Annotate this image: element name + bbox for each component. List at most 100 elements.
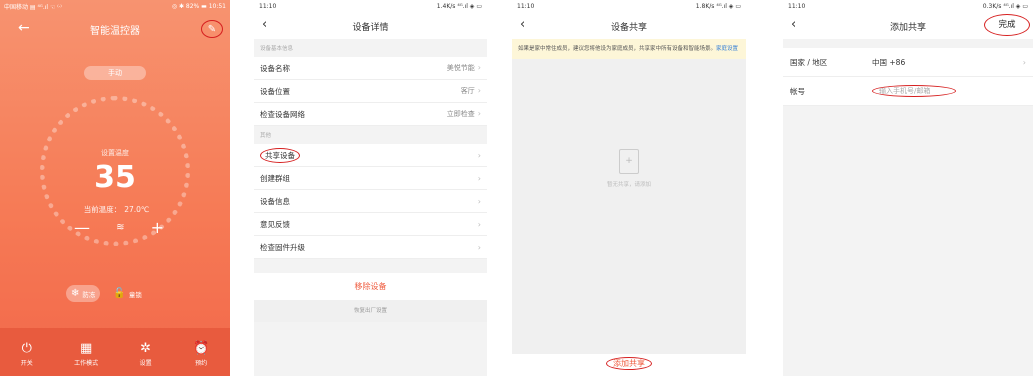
- done-button[interactable]: 完成: [984, 14, 1030, 36]
- page-title: 设备详情: [352, 23, 389, 33]
- row-label: 检查设备网络: [260, 109, 305, 119]
- set-temperature-value: 35: [94, 160, 136, 195]
- nav-item-work-mode[interactable]: ▦ 工作模式: [74, 341, 98, 367]
- gear-icon: ✲: [140, 341, 152, 356]
- grid-icon: ▦: [80, 341, 93, 356]
- chevron-right-icon: ›: [477, 173, 481, 183]
- row-value: 立即检查: [446, 110, 475, 118]
- region-row[interactable]: 国家 / 地区 中国 +86 ›: [783, 48, 1033, 77]
- account-input[interactable]: [872, 85, 956, 97]
- empty-text: 暂无共享，请添加: [606, 182, 651, 188]
- fan-icon[interactable]: ≋: [116, 222, 124, 233]
- row-firmware-upgrade[interactable]: 检查固件升级 ›: [254, 236, 487, 259]
- row-feedback[interactable]: 意见反馈 ›: [254, 213, 487, 236]
- chevron-right-icon: ›: [1022, 57, 1026, 67]
- row-label: 设备信息: [260, 196, 290, 206]
- row-label: 设备位置: [260, 86, 290, 96]
- chevron-right-icon: ›: [477, 219, 481, 229]
- add-share-label: 添加共享: [606, 357, 652, 370]
- chevron-right-icon: ›: [477, 86, 481, 95]
- function-row: ❄ 防冻 🔓 童锁: [66, 285, 147, 302]
- family-settings-link[interactable]: 家庭设置: [716, 46, 738, 52]
- row-label: 设备名称: [260, 63, 290, 73]
- empty-state: + 暂无共享，请添加: [512, 148, 746, 188]
- app-bar: ← 智能温控器 ✎: [0, 16, 230, 42]
- page-title: 智能温控器: [90, 26, 140, 37]
- current-temperature-label: 当前温度：: [83, 205, 122, 214]
- child-lock-toggle[interactable]: 🔓 童锁: [108, 285, 146, 302]
- status-right: ◎ ✱ 82% ▬ 10:51: [171, 3, 226, 10]
- current-temperature-value: 27.0℃: [124, 205, 150, 214]
- account-label: 帐号: [790, 86, 805, 96]
- remove-device-button[interactable]: 移除设备: [254, 273, 487, 300]
- row-value: 美悦节能: [446, 64, 475, 72]
- child-lock-label: 童锁: [128, 290, 142, 299]
- nav-item-schedule[interactable]: ⏰ 预约: [193, 341, 209, 367]
- chevron-right-icon: ›: [477, 63, 481, 72]
- notice-text: 如果是家中常住成员，建议您将他设为家庭成员，共享家中所有设备和智能场景。: [518, 46, 717, 52]
- nav-label: 工作模式: [74, 360, 99, 367]
- page-title: 设备共享: [610, 23, 647, 33]
- row-share-device[interactable]: 共享设备 ›: [254, 144, 487, 167]
- bottom-nav: ⏻ 开关 ▦ 工作模式 ✲ 设置 ⏰ 预约: [0, 328, 230, 376]
- chevron-right-icon: ›: [477, 242, 481, 252]
- section-label: 其他: [260, 133, 272, 139]
- increase-button[interactable]: +: [151, 218, 164, 237]
- antifreeze-label: 防冻: [82, 290, 96, 299]
- add-share-screen: 11:10 0.3K/s ⁴ᴳ.ıl ◈ ▭ ‹ 添加共享 完成 国家 / 地区…: [783, 0, 1033, 376]
- status-right: 1.8K/s ⁴ᴳ.ıl ◈ ▭: [695, 3, 741, 10]
- row-check-network[interactable]: 检查设备网络 立即检查 ›: [254, 103, 487, 126]
- status-bar: 中国移动 ▤ ⁴ᴳ.ıl ☜ ⁽ᐧ⁾ ◎ ✱ 82% ▬ 10:51: [0, 0, 230, 13]
- row-label: 检查固件升级: [260, 242, 305, 252]
- status-time: 11:10: [788, 3, 806, 10]
- chevron-right-icon: ›: [477, 109, 481, 118]
- edit-button[interactable]: ✎: [201, 20, 223, 38]
- temperature-controls: — ≋ +: [74, 218, 164, 237]
- thermostat-screen: 中国移动 ▤ ⁴ᴳ.ıl ☜ ⁽ᐧ⁾ ◎ ✱ 82% ▬ 10:51 ← 智能温…: [0, 0, 230, 376]
- nav-label: 预约: [195, 360, 208, 367]
- snowflake-icon: ❄: [71, 288, 80, 299]
- status-bar: 11:10 1.4K/s ⁴ᴳ.ıl ◈ ▭: [254, 0, 487, 13]
- row-device-info[interactable]: 设备信息 ›: [254, 190, 487, 213]
- app-bar: ‹ 设备共享: [512, 13, 746, 39]
- mode-badge[interactable]: 手动: [84, 66, 146, 80]
- decrease-button[interactable]: —: [74, 218, 90, 237]
- chevron-right-icon: ›: [477, 150, 481, 160]
- nav-label: 设置: [139, 360, 152, 367]
- antifreeze-toggle[interactable]: ❄ 防冻: [66, 285, 101, 302]
- nav-item-power[interactable]: ⏻ 开关: [21, 341, 33, 367]
- pencil-icon: ✎: [207, 23, 217, 35]
- status-bar: 11:10 1.8K/s ⁴ᴳ.ıl ◈ ▭: [512, 0, 746, 13]
- row-value: 客厅: [460, 87, 475, 95]
- status-time: 11:10: [259, 3, 277, 10]
- row-label: 共享设备: [260, 147, 300, 163]
- empty-document-icon: +: [619, 149, 639, 174]
- app-bar: ‹ 设备详情: [254, 13, 487, 39]
- add-share-button[interactable]: 添加共享: [512, 354, 746, 376]
- chevron-right-icon: ›: [477, 196, 481, 206]
- region-value: 中国 +86: [872, 57, 906, 67]
- current-temperature: 当前温度： 27.0℃: [0, 204, 230, 215]
- device-details-screen: 11:10 1.4K/s ⁴ᴳ.ıl ◈ ▭ ‹ 设备详情 设备基本信息 设备名…: [254, 0, 487, 376]
- row-device-location[interactable]: 设备位置 客厅 ›: [254, 80, 487, 103]
- row-device-name[interactable]: 设备名称 美悦节能 ›: [254, 57, 487, 80]
- row-label: 意见反馈: [260, 219, 290, 229]
- row-create-group[interactable]: 创建群组 ›: [254, 167, 487, 190]
- status-left: 中国移动 ▤ ⁴ᴳ.ıl ☜ ⁽ᐧ⁾: [4, 4, 62, 11]
- lock-icon: 🔓: [113, 288, 126, 299]
- nav-item-settings[interactable]: ✲ 设置: [140, 341, 152, 367]
- status-right: 0.3K/s ⁴ᴳ.ıl ◈ ▭: [982, 3, 1028, 10]
- status-right: 1.4K/s ⁴ᴳ.ıl ◈ ▭: [436, 3, 482, 10]
- factory-reset-button[interactable]: 恢复出厂设置: [254, 300, 487, 322]
- nav-label: 开关: [20, 360, 33, 367]
- status-time: 11:10: [517, 3, 535, 10]
- power-icon: ⏻: [21, 341, 32, 356]
- device-share-screen: 11:10 1.8K/s ⁴ᴳ.ıl ◈ ▭ ‹ 设备共享 如果是家中常住成员，…: [512, 0, 746, 376]
- share-form: 国家 / 地区 中国 +86 › 帐号: [783, 48, 1033, 106]
- clock-icon: ⏰: [193, 341, 210, 356]
- notice-banner: 如果是家中常住成员，建议您将他设为家庭成员，共享家中所有设备和智能场景。家庭设置: [512, 39, 746, 59]
- row-label: 创建群组: [260, 173, 290, 183]
- section-label: 设备基本信息: [260, 46, 294, 52]
- set-temperature-label: 设置温度: [101, 149, 129, 157]
- account-row: 帐号: [783, 77, 1033, 106]
